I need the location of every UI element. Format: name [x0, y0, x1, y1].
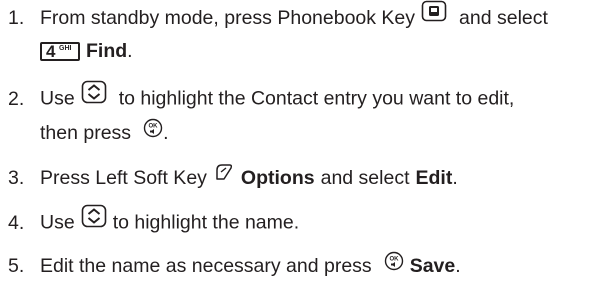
edit-command: Edit: [415, 167, 453, 189]
step-number: 3.: [8, 167, 25, 189]
save-command: Save: [409, 255, 456, 277]
ok-key-icon: OK: [143, 116, 163, 149]
step-number: 4.: [8, 211, 25, 234]
step-number: 1.: [8, 7, 25, 29]
svg-text:OK: OK: [389, 257, 399, 263]
step-3: 3. Press Left Soft Key Options and select E…: [8, 162, 614, 195]
step-number: 2.: [8, 87, 25, 110]
svg-text:OK: OK: [149, 124, 159, 130]
phonebook-key-icon: [421, 0, 447, 33]
step-2-line-2: then press OK .: [8, 117, 614, 150]
up-down-navigation-key-icon: [81, 80, 107, 115]
find-command: Find: [86, 40, 128, 63]
step-4: 4. Use to highlight the name.: [8, 204, 614, 241]
ok-key-icon: OK: [384, 249, 404, 282]
step-text-after: and select: [459, 7, 548, 29]
step-1-line-2: 4 GHI Find.: [8, 35, 614, 68]
step-5: 5. Edit the name as necessary and press O…: [8, 250, 614, 283]
step-text: From standby mode, press Phonebook Key: [40, 7, 416, 29]
step-number: 5.: [8, 255, 25, 277]
key-4-ghi-icon: 4 GHI: [40, 41, 80, 61]
step-2: 2. Use to highlight the Contact entry you…: [8, 80, 614, 150]
up-down-navigation-key-icon: [81, 204, 107, 239]
left-soft-key-icon: [213, 160, 235, 193]
options-command: Options: [240, 167, 315, 189]
step-1: 1. From standby mode, press Phonebook Key…: [8, 0, 614, 68]
